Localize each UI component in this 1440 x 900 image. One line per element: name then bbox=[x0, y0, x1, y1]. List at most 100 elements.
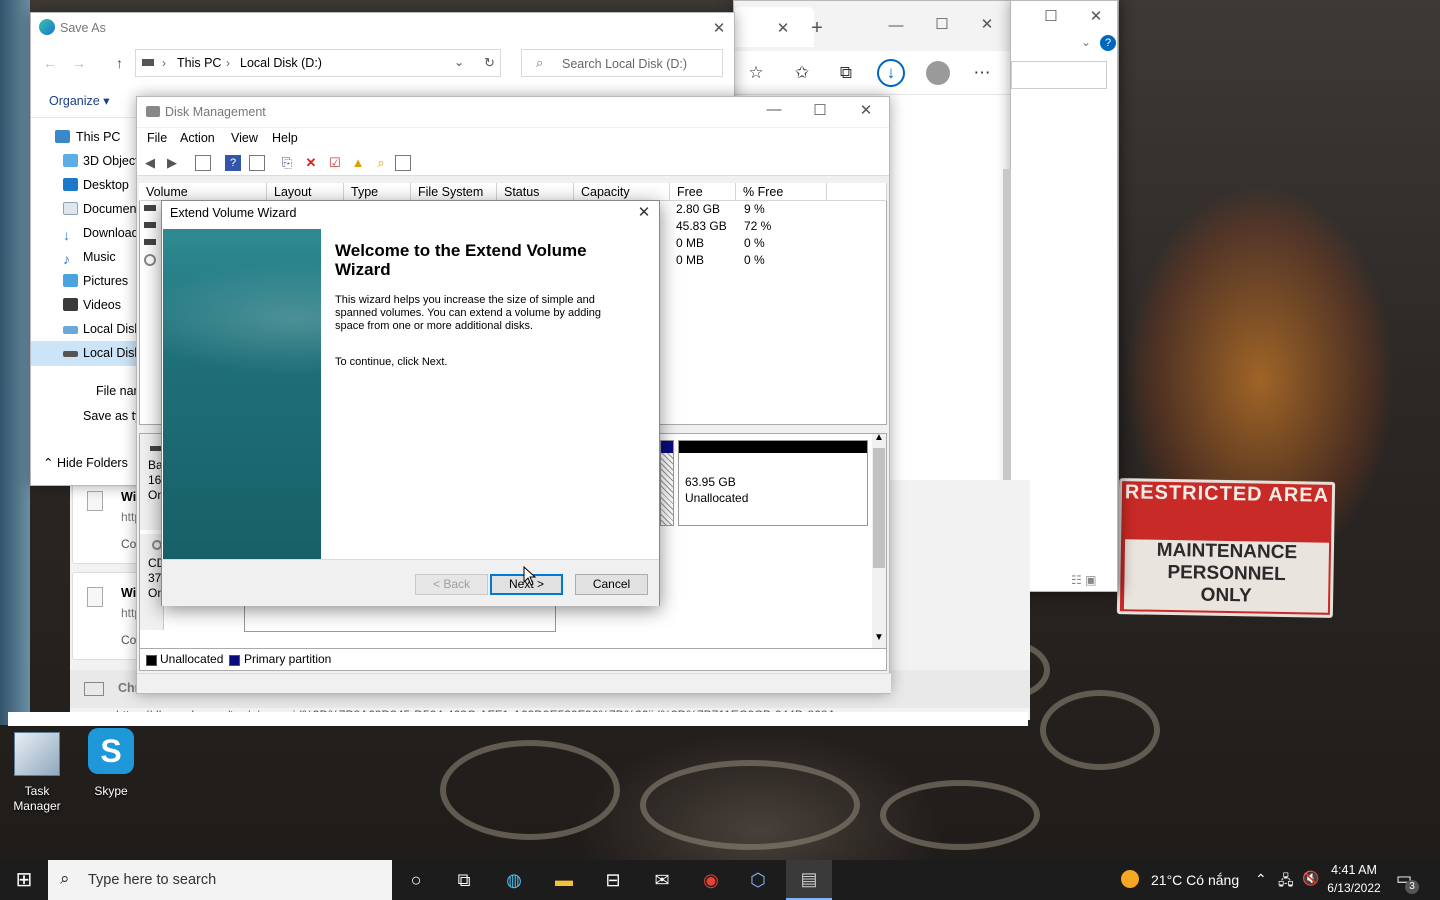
nav-item-3d-objects[interactable]: 3D Objects bbox=[31, 149, 141, 173]
cd-partition[interactable] bbox=[244, 604, 556, 632]
cancel-button[interactable]: Cancel bbox=[575, 574, 648, 595]
search-input[interactable]: ⌕ Search Local Disk (D:) bbox=[521, 49, 723, 77]
help-icon[interactable]: ? bbox=[225, 155, 241, 171]
nav-item-this-pc[interactable]: This PC bbox=[31, 125, 141, 149]
unallocated-partition[interactable]: 63.95 GB Unallocated bbox=[678, 440, 868, 526]
properties-icon[interactable] bbox=[249, 155, 265, 171]
back-arrow-icon[interactable]: ← bbox=[43, 55, 57, 71]
taskbar-search[interactable]: ⌕ Type here to search bbox=[48, 860, 392, 900]
close-icon[interactable]: ✕ bbox=[1081, 7, 1111, 25]
close-icon[interactable]: ✕ bbox=[704, 19, 734, 37]
more-options-icon[interactable]: ⋯ bbox=[968, 59, 996, 87]
column-free-space[interactable]: Free Spa... bbox=[670, 183, 736, 217]
show-hidden-icons[interactable]: ⌃ bbox=[1255, 871, 1267, 888]
nav-item-videos[interactable]: Videos bbox=[31, 293, 141, 317]
maximize-icon[interactable]: ☐ bbox=[805, 101, 835, 119]
nav-label: Videos bbox=[83, 298, 121, 312]
microsoft-store-icon[interactable]: ⊟ bbox=[597, 864, 629, 896]
downloads-icon[interactable]: ↓ bbox=[877, 59, 905, 87]
column-volume[interactable]: Volume bbox=[139, 183, 267, 201]
desktop-icon-skype[interactable]: S Skype bbox=[76, 728, 146, 799]
add-favorite-icon[interactable]: ☆ bbox=[742, 59, 770, 87]
nav-item-pictures[interactable]: Pictures bbox=[31, 269, 141, 293]
nav-item-downloads[interactable]: ↓ Downloads bbox=[31, 221, 141, 245]
close-icon[interactable]: ✕ bbox=[972, 15, 1002, 33]
scroll-thumb[interactable] bbox=[873, 448, 885, 568]
up-arrow-icon[interactable]: ↑ bbox=[116, 55, 123, 71]
help-icon[interactable]: ? bbox=[1100, 35, 1116, 51]
column-status[interactable]: Status bbox=[497, 183, 574, 201]
wallpaper-coil bbox=[640, 760, 860, 850]
checklist-icon[interactable]: ☑ bbox=[327, 155, 343, 171]
weather-text[interactable]: 21°C Có nắng bbox=[1151, 872, 1239, 888]
weather-sun-icon[interactable] bbox=[1121, 870, 1139, 888]
close-tab-icon[interactable]: ✕ bbox=[768, 19, 798, 37]
edge-icon[interactable]: ◍ bbox=[498, 864, 530, 896]
breadcrumb-local-disk[interactable]: Local Disk (D:) bbox=[240, 56, 322, 70]
collections-icon[interactable]: ⧉ bbox=[832, 59, 860, 87]
partition-block[interactable] bbox=[660, 440, 674, 526]
disk-management-taskbar-button[interactable]: ▤ bbox=[786, 860, 832, 900]
start-button[interactable]: ⊞ bbox=[8, 864, 40, 896]
volume-muted-icon[interactable]: 🔇 bbox=[1302, 870, 1319, 887]
menu-view[interactable]: View bbox=[231, 131, 258, 145]
delete-icon[interactable]: ✕ bbox=[303, 155, 319, 171]
refresh-icon[interactable]: ↻ bbox=[484, 55, 495, 71]
column-layout[interactable]: Layout bbox=[267, 183, 344, 201]
desktop-icon-task-manager[interactable]: Task Manager bbox=[2, 732, 72, 814]
nav-item-local-disk[interactable]: Local Disk bbox=[31, 317, 141, 341]
hide-folders-button[interactable]: ⌃ Hide Folders bbox=[43, 455, 128, 470]
breadcrumb-this-pc[interactable]: This PC bbox=[177, 56, 221, 70]
clock-time[interactable]: 4:41 AM bbox=[1329, 863, 1379, 877]
nav-item-desktop[interactable]: Desktop bbox=[31, 173, 141, 197]
minimize-icon[interactable]: — bbox=[881, 17, 911, 34]
nav-item-documents[interactable]: Documents bbox=[31, 197, 141, 221]
forward-icon[interactable]: ▶ bbox=[164, 155, 180, 171]
profile-avatar[interactable] bbox=[926, 61, 950, 85]
clock-date[interactable]: 6/13/2022 bbox=[1325, 881, 1383, 895]
scroll-up-icon[interactable]: ▲ bbox=[874, 432, 884, 443]
menu-action[interactable]: Action bbox=[180, 131, 215, 145]
network-icon[interactable]: 🖧 bbox=[1278, 870, 1294, 894]
connect-icon[interactable]: ⎘ bbox=[279, 155, 295, 171]
column-percent-free[interactable]: % Free bbox=[736, 183, 827, 201]
scroll-down-icon[interactable]: ▼ bbox=[874, 632, 884, 643]
forward-arrow-icon[interactable]: → bbox=[72, 55, 86, 71]
menu-help[interactable]: Help bbox=[272, 131, 298, 145]
task-view-icon[interactable]: ⧉ bbox=[448, 864, 480, 896]
minimize-icon[interactable]: — bbox=[759, 101, 789, 118]
file-explorer-icon[interactable]: ▬ bbox=[548, 864, 580, 896]
nav-label: Local Disk bbox=[83, 346, 141, 360]
chevron-down-icon[interactable]: ⌄ bbox=[1081, 35, 1091, 49]
column-capacity[interactable]: Capacity bbox=[574, 183, 670, 201]
chevron-down-icon[interactable]: ⌄ bbox=[454, 55, 464, 69]
close-icon[interactable]: ✕ bbox=[851, 101, 881, 119]
back-icon[interactable]: ◀ bbox=[142, 155, 158, 171]
vertical-scrollbar[interactable]: ▲ ▼ bbox=[872, 432, 886, 648]
scrollbar[interactable] bbox=[1003, 169, 1011, 525]
nav-item-music[interactable]: ♪ Music bbox=[31, 245, 141, 269]
maximize-icon[interactable]: ☐ bbox=[927, 15, 957, 33]
address-field[interactable] bbox=[1011, 61, 1107, 89]
nav-item-local-disk-selected[interactable]: Local Disk bbox=[31, 341, 141, 365]
favorites-icon[interactable]: ✩ bbox=[788, 59, 816, 87]
chrome-icon[interactable]: ◉ bbox=[695, 864, 727, 896]
folder-search-icon[interactable]: ⌕ bbox=[373, 155, 389, 171]
list-view-icon[interactable] bbox=[395, 155, 411, 171]
new-tab-icon[interactable]: + bbox=[802, 17, 832, 40]
partition-header bbox=[661, 441, 673, 453]
cortana-icon[interactable]: ○ bbox=[400, 864, 432, 896]
virtualbox-icon[interactable]: ⬡ bbox=[742, 864, 774, 896]
organize-button[interactable]: Organize ▾ bbox=[49, 93, 109, 108]
maximize-icon[interactable]: ☐ bbox=[1036, 7, 1066, 25]
view-toggle-icon[interactable]: ☷ ▣ bbox=[1071, 573, 1096, 587]
column-file-system[interactable]: File System bbox=[411, 183, 497, 201]
column-type[interactable]: Type bbox=[344, 183, 411, 201]
console-icon[interactable] bbox=[195, 155, 211, 171]
address-bar[interactable]: › This PC › Local Disk (D:) ⌄ ↻ bbox=[135, 49, 501, 77]
folder-up-icon[interactable]: ▲ bbox=[350, 155, 366, 171]
mail-icon[interactable]: ✉ bbox=[646, 864, 678, 896]
close-icon[interactable]: ✕ bbox=[629, 203, 659, 221]
back-button[interactable]: < Back bbox=[415, 574, 488, 595]
menu-file[interactable]: File bbox=[147, 131, 167, 145]
